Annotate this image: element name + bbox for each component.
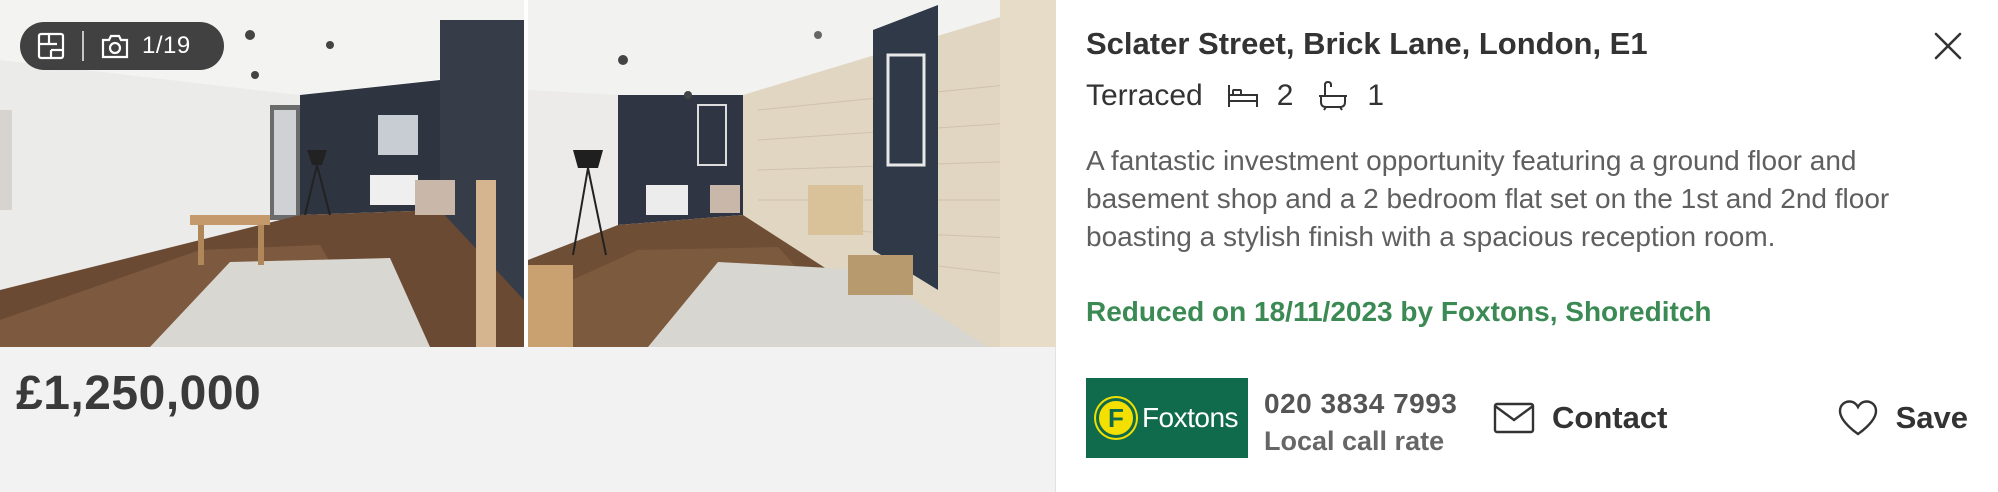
mail-icon bbox=[1492, 396, 1536, 440]
bathroom-count: 1 bbox=[1367, 79, 1385, 112]
listing-photo-2[interactable] bbox=[528, 0, 1056, 347]
property-meta: Terraced 2 1 bbox=[1086, 78, 1406, 114]
floorplan-icon[interactable] bbox=[36, 31, 66, 61]
contact-button[interactable]: Contact bbox=[1492, 396, 1667, 440]
gallery-controls: 1/19 bbox=[20, 22, 224, 70]
listing-address[interactable]: Sclater Street, Brick Lane, London, E1 bbox=[1086, 26, 1648, 62]
room-photo-image bbox=[528, 0, 1056, 347]
pill-divider bbox=[82, 31, 84, 61]
photo-counter: 1/19 bbox=[142, 32, 191, 59]
contact-label: Contact bbox=[1552, 400, 1668, 435]
close-icon bbox=[1934, 32, 1962, 60]
close-button[interactable] bbox=[1928, 26, 1968, 66]
save-button[interactable]: Save bbox=[1836, 396, 1968, 440]
bed-icon bbox=[1225, 78, 1261, 114]
phone-number[interactable]: 020 3834 7993 bbox=[1264, 388, 1457, 420]
price-reduced-note: Reduced on 18/11/2023 by Foxtons, Shored… bbox=[1086, 296, 1712, 327]
agent-logo-text: Foxtons bbox=[1141, 402, 1239, 433]
save-label: Save bbox=[1895, 400, 1968, 435]
agent-phone[interactable]: 020 3834 7993 Local call rate bbox=[1264, 388, 1457, 457]
listing-price: £1,250,000 bbox=[16, 367, 262, 420]
details-panel: Sclater Street, Brick Lane, London, E1 T… bbox=[1056, 0, 1998, 492]
agent-logo[interactable]: F Foxtons bbox=[1086, 378, 1248, 458]
camera-icon[interactable] bbox=[100, 31, 130, 61]
foxtons-logo-mark: F bbox=[1095, 398, 1136, 438]
property-type: Terraced bbox=[1086, 79, 1203, 112]
heart-icon bbox=[1836, 396, 1880, 440]
phone-note: Local call rate bbox=[1264, 426, 1445, 456]
media-panel: 1/19 £1,250,000 bbox=[0, 0, 1056, 492]
listing-description: A fantastic investment opportunity featu… bbox=[1086, 145, 1890, 252]
bedroom-count: 2 bbox=[1276, 79, 1294, 112]
bath-icon bbox=[1315, 78, 1351, 114]
